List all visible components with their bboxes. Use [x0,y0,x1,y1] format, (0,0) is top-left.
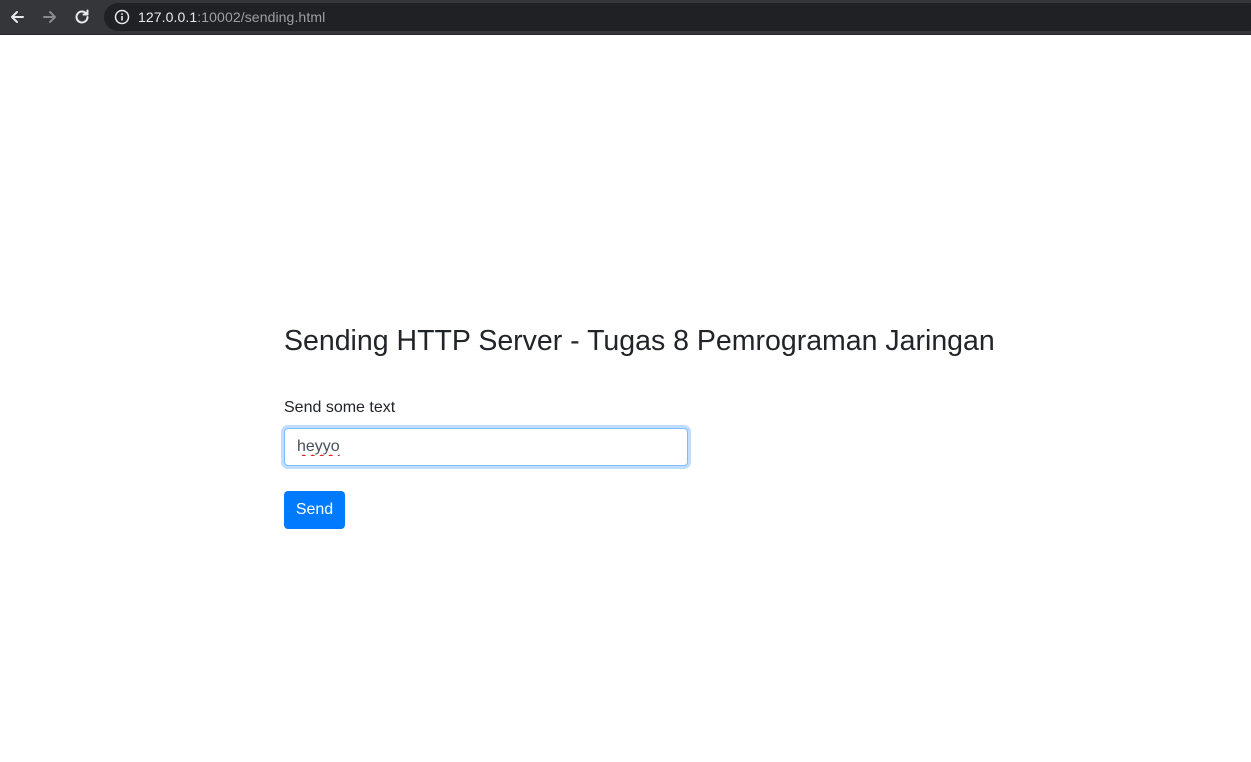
reload-button[interactable] [69,4,95,30]
send-button[interactable]: Send [284,491,345,529]
address-bar[interactable]: 127.0.0.1:10002/sending.html [104,3,1251,31]
url-host: 127.0.0.1 [138,9,198,25]
browser-toolbar: 127.0.0.1:10002/sending.html [0,0,1251,35]
forward-button[interactable] [37,4,63,30]
url-path: :10002/sending.html [197,9,326,25]
send-text-label: Send some text [284,399,396,416]
back-button[interactable] [4,4,30,30]
url-text: 127.0.0.1:10002/sending.html [138,9,325,25]
info-circle-icon[interactable] [114,9,130,25]
arrow-right-icon [43,11,56,23]
page-title: Sending HTTP Server - Tugas 8 Pemrograma… [284,325,995,357]
reload-icon [75,9,89,24]
arrow-left-icon [11,11,24,23]
send-text-input[interactable] [284,428,688,466]
